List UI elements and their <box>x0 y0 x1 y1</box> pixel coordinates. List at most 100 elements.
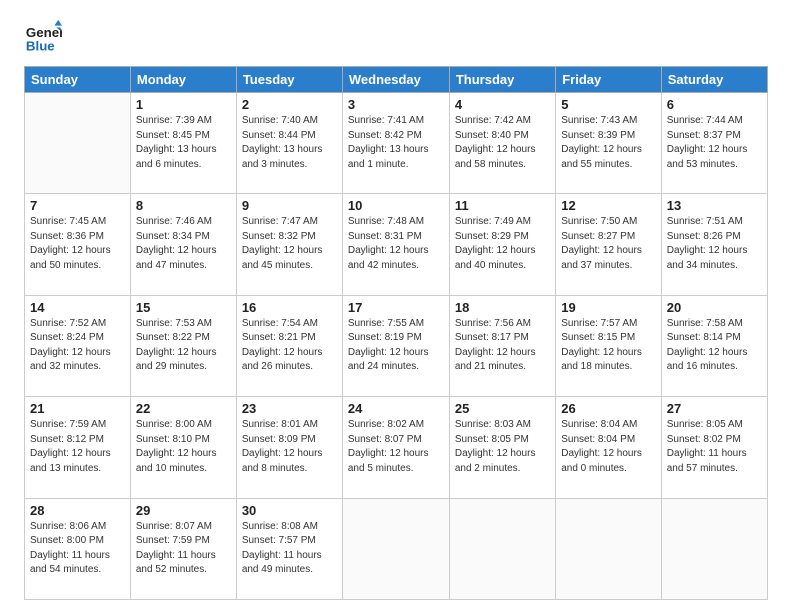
calendar-cell: 2Sunrise: 7:40 AM Sunset: 8:44 PM Daylig… <box>236 93 342 194</box>
logo-icon: General Blue <box>24 18 62 56</box>
week-row-3: 21 Sunrise: 7:59 AM Sunset: 8:12 PM Dayli… <box>25 397 768 498</box>
day-number: 21 <box>30 401 125 416</box>
day-info: Sunrise: 7:41 AM Sunset: 8:42 PM Dayligh… <box>348 114 444 172</box>
calendar-cell <box>342 498 449 599</box>
day-number: 11 <box>455 198 550 213</box>
day-number: 13 <box>667 198 762 213</box>
weekday-header-friday: Friday <box>556 67 662 93</box>
day-info: Sunrise: 8:00 AM Sunset: 8:10 PM Dayligh… <box>136 418 231 476</box>
calendar-cell <box>661 498 767 599</box>
day-info: Sunrise: 7:44 AM Sunset: 8:37 PM Dayligh… <box>667 114 762 172</box>
day-number: 30 <box>242 503 337 518</box>
day-info: Sunrise: 7:47 AM Sunset: 8:32 PM Dayligh… <box>242 215 337 273</box>
calendar-cell: 27 Sunrise: 8:05 AM Sunset: 8:02 PM Dayli… <box>661 397 767 498</box>
weekday-header-monday: Monday <box>130 67 236 93</box>
calendar-cell: 20Sunrise: 7:58 AM Sunset: 8:14 PM Dayli… <box>661 295 767 396</box>
day-number: 29 <box>136 503 231 518</box>
day-number: 3 <box>348 97 444 112</box>
weekday-header-thursday: Thursday <box>449 67 555 93</box>
weekday-header-wednesday: Wednesday <box>342 67 449 93</box>
day-number: 9 <box>242 198 337 213</box>
day-number: 19 <box>561 300 656 315</box>
calendar-cell: 15 Sunrise: 7:53 AM Sunset: 8:22 PM Dayli… <box>130 295 236 396</box>
day-info: Sunrise: 7:53 AM Sunset: 8:22 PM Dayligh… <box>136 317 231 375</box>
day-info: Sunrise: 7:40 AM Sunset: 8:44 PM Dayligh… <box>242 114 337 172</box>
calendar-cell: 14 Sunrise: 7:52 AM Sunset: 8:24 PM Dayli… <box>25 295 131 396</box>
day-number: 5 <box>561 97 656 112</box>
day-number: 16 <box>242 300 337 315</box>
calendar-cell: 3 Sunrise: 7:41 AM Sunset: 8:42 PM Daylig… <box>342 93 449 194</box>
day-number: 23 <box>242 401 337 416</box>
calendar-cell: 10Sunrise: 7:48 AM Sunset: 8:31 PM Dayli… <box>342 194 449 295</box>
calendar-cell: 25Sunrise: 8:03 AM Sunset: 8:05 PM Dayli… <box>449 397 555 498</box>
day-info: Sunrise: 7:42 AM Sunset: 8:40 PM Dayligh… <box>455 114 550 172</box>
weekday-header-saturday: Saturday <box>661 67 767 93</box>
calendar-cell: 29 Sunrise: 8:07 AM Sunset: 7:59 PM Dayli… <box>130 498 236 599</box>
day-info: Sunrise: 8:04 AM Sunset: 8:04 PM Dayligh… <box>561 418 656 476</box>
svg-text:Blue: Blue <box>26 38 55 53</box>
day-number: 15 <box>136 300 231 315</box>
day-info: Sunrise: 7:50 AM Sunset: 8:27 PM Dayligh… <box>561 215 656 273</box>
day-number: 28 <box>30 503 125 518</box>
day-number: 14 <box>30 300 125 315</box>
day-info: Sunrise: 7:46 AM Sunset: 8:34 PM Dayligh… <box>136 215 231 273</box>
calendar-cell: 24Sunrise: 8:02 AM Sunset: 8:07 PM Dayli… <box>342 397 449 498</box>
calendar-cell <box>25 93 131 194</box>
day-number: 4 <box>455 97 550 112</box>
calendar-cell: 26 Sunrise: 8:04 AM Sunset: 8:04 PM Dayli… <box>556 397 662 498</box>
calendar-cell: 9 Sunrise: 7:47 AM Sunset: 8:32 PM Daylig… <box>236 194 342 295</box>
logo: General Blue <box>24 18 68 56</box>
day-info: Sunrise: 7:49 AM Sunset: 8:29 PM Dayligh… <box>455 215 550 273</box>
day-number: 18 <box>455 300 550 315</box>
day-number: 25 <box>455 401 550 416</box>
day-info: Sunrise: 8:05 AM Sunset: 8:02 PM Dayligh… <box>667 418 762 476</box>
day-info: Sunrise: 7:57 AM Sunset: 8:15 PM Dayligh… <box>561 317 656 375</box>
day-number: 7 <box>30 198 125 213</box>
day-number: 10 <box>348 198 444 213</box>
header: General Blue <box>24 18 768 56</box>
day-number: 27 <box>667 401 762 416</box>
week-row-0: 1 Sunrise: 7:39 AM Sunset: 8:45 PM Daylig… <box>25 93 768 194</box>
calendar-table: SundayMondayTuesdayWednesdayThursdayFrid… <box>24 66 768 600</box>
day-info: Sunrise: 7:39 AM Sunset: 8:45 PM Dayligh… <box>136 114 231 172</box>
day-number: 1 <box>136 97 231 112</box>
day-info: Sunrise: 8:08 AM Sunset: 7:57 PM Dayligh… <box>242 520 337 578</box>
day-number: 12 <box>561 198 656 213</box>
calendar-cell: 12 Sunrise: 7:50 AM Sunset: 8:27 PM Dayli… <box>556 194 662 295</box>
calendar-cell: 23 Sunrise: 8:01 AM Sunset: 8:09 PM Dayli… <box>236 397 342 498</box>
day-info: Sunrise: 7:45 AM Sunset: 8:36 PM Dayligh… <box>30 215 125 273</box>
day-info: Sunrise: 7:43 AM Sunset: 8:39 PM Dayligh… <box>561 114 656 172</box>
calendar-cell: 11 Sunrise: 7:49 AM Sunset: 8:29 PM Dayli… <box>449 194 555 295</box>
calendar-cell: 8 Sunrise: 7:46 AM Sunset: 8:34 PM Daylig… <box>130 194 236 295</box>
day-number: 17 <box>348 300 444 315</box>
day-info: Sunrise: 8:07 AM Sunset: 7:59 PM Dayligh… <box>136 520 231 578</box>
calendar-cell: 18 Sunrise: 7:56 AM Sunset: 8:17 PM Dayli… <box>449 295 555 396</box>
day-number: 8 <box>136 198 231 213</box>
day-number: 22 <box>136 401 231 416</box>
week-row-2: 14 Sunrise: 7:52 AM Sunset: 8:24 PM Dayli… <box>25 295 768 396</box>
day-number: 20 <box>667 300 762 315</box>
day-info: Sunrise: 7:54 AM Sunset: 8:21 PM Dayligh… <box>242 317 337 375</box>
calendar-cell: 21 Sunrise: 7:59 AM Sunset: 8:12 PM Dayli… <box>25 397 131 498</box>
day-number: 6 <box>667 97 762 112</box>
day-info: Sunrise: 7:52 AM Sunset: 8:24 PM Dayligh… <box>30 317 125 375</box>
calendar-cell: 19 Sunrise: 7:57 AM Sunset: 8:15 PM Dayli… <box>556 295 662 396</box>
day-info: Sunrise: 7:59 AM Sunset: 8:12 PM Dayligh… <box>30 418 125 476</box>
calendar-cell: 28 Sunrise: 8:06 AM Sunset: 8:00 PM Dayli… <box>25 498 131 599</box>
day-info: Sunrise: 7:51 AM Sunset: 8:26 PM Dayligh… <box>667 215 762 273</box>
week-row-1: 7 Sunrise: 7:45 AM Sunset: 8:36 PM Daylig… <box>25 194 768 295</box>
day-info: Sunrise: 7:56 AM Sunset: 8:17 PM Dayligh… <box>455 317 550 375</box>
day-info: Sunrise: 8:01 AM Sunset: 8:09 PM Dayligh… <box>242 418 337 476</box>
calendar-cell: 6 Sunrise: 7:44 AM Sunset: 8:37 PM Daylig… <box>661 93 767 194</box>
day-number: 24 <box>348 401 444 416</box>
page: General Blue SundayMondayTuesdayWednesda… <box>0 0 792 612</box>
weekday-header-tuesday: Tuesday <box>236 67 342 93</box>
calendar-cell <box>556 498 662 599</box>
day-number: 26 <box>561 401 656 416</box>
calendar-cell: 22 Sunrise: 8:00 AM Sunset: 8:10 PM Dayli… <box>130 397 236 498</box>
calendar-cell: 13 Sunrise: 7:51 AM Sunset: 8:26 PM Dayli… <box>661 194 767 295</box>
day-info: Sunrise: 7:55 AM Sunset: 8:19 PM Dayligh… <box>348 317 444 375</box>
calendar-cell: 4 Sunrise: 7:42 AM Sunset: 8:40 PM Daylig… <box>449 93 555 194</box>
day-info: Sunrise: 8:06 AM Sunset: 8:00 PM Dayligh… <box>30 520 125 578</box>
calendar-cell: 30 Sunrise: 8:08 AM Sunset: 7:57 PM Dayli… <box>236 498 342 599</box>
